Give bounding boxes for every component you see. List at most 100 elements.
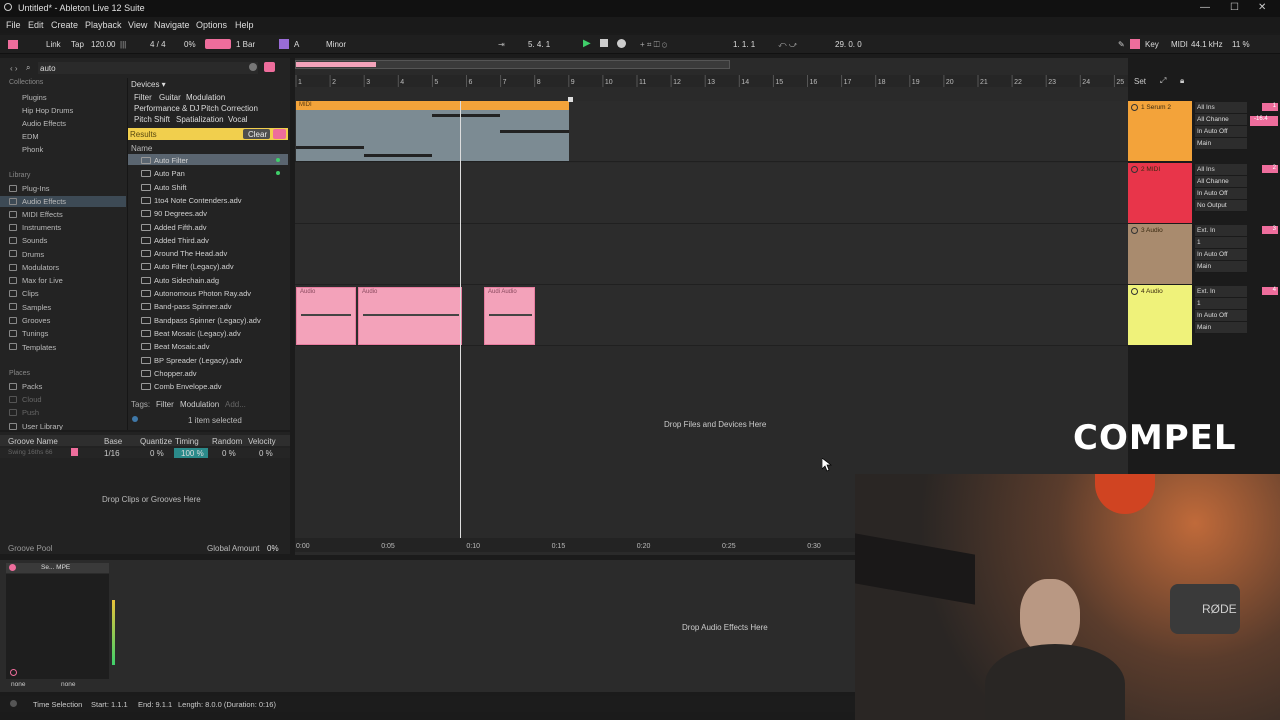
io-select[interactable]: Ext. In <box>1195 225 1247 237</box>
menu-playback[interactable]: Playback <box>85 20 122 30</box>
menu-create[interactable]: Create <box>51 20 78 30</box>
result-item[interactable]: Chopper.adv <box>154 369 197 378</box>
result-item[interactable]: 1to4 Note Contenders.adv <box>154 196 242 205</box>
library-drums[interactable]: Drums <box>22 250 44 259</box>
result-item[interactable]: Auto Filter <box>154 156 188 165</box>
groove-timing[interactable]: 100 % <box>181 449 204 458</box>
groove-random[interactable]: 0 % <box>222 449 236 458</box>
menu-file[interactable]: File <box>6 20 21 30</box>
library-samples[interactable]: Samples <box>22 303 51 312</box>
result-item[interactable]: Auto Pan <box>154 169 185 178</box>
track-volume-readout[interactable]: -16.4 <box>1250 116 1278 126</box>
track-number-button[interactable]: 3 <box>1262 226 1278 234</box>
track-activator-icon[interactable] <box>1131 166 1138 173</box>
clear-search-icon[interactable] <box>249 63 257 71</box>
arrangement-drop-zone[interactable]: Drop Files and Devices Here <box>664 420 766 429</box>
clear-filters-button[interactable]: Clear <box>248 130 267 139</box>
tag-modulation[interactable]: Modulation <box>180 400 219 409</box>
place-packs[interactable]: Packs <box>22 382 42 391</box>
groove-quantize[interactable]: 0 % <box>150 449 164 458</box>
io-select[interactable]: Main <box>1195 138 1247 150</box>
io-select[interactable]: In Auto Off <box>1195 126 1247 138</box>
library-max-for-live[interactable]: Max for Live <box>22 276 63 285</box>
search-input[interactable]: auto <box>40 64 56 73</box>
library-modulators[interactable]: Modulators <box>22 263 59 272</box>
metronome-button[interactable] <box>205 39 231 49</box>
scale-mode[interactable]: Minor <box>326 40 346 49</box>
minimize-button[interactable]: — <box>1200 2 1210 13</box>
tempo-nudge-icon[interactable]: ||| <box>120 40 126 49</box>
scale-root[interactable]: A <box>294 40 299 49</box>
result-item[interactable]: Added Fifth.adv <box>154 223 207 232</box>
loop-start[interactable]: 1. 1. 1 <box>733 40 755 49</box>
track-header[interactable]: 1 Serum 2 <box>1128 101 1192 161</box>
track-number-button[interactable]: 4 <box>1262 287 1278 295</box>
tap-button[interactable]: Tap <box>71 40 84 49</box>
track-header[interactable]: 3 Audio <box>1128 224 1192 284</box>
set-button[interactable]: Set <box>1134 77 1146 86</box>
stop-button[interactable] <box>600 39 608 47</box>
track-name[interactable]: 1 Serum 2 <box>1141 104 1171 111</box>
global-amount[interactable]: 0% <box>267 544 279 553</box>
collection-hip-hop-drums[interactable]: Hip Hop Drums <box>22 106 73 115</box>
draw-mode-icon[interactable]: ✎ <box>1118 40 1125 49</box>
result-item[interactable]: Comb Envelope.adv <box>154 382 222 391</box>
result-item[interactable]: Auto Sidechain.adg <box>154 276 219 285</box>
track-activator-icon[interactable] <box>1131 227 1138 234</box>
track-activator-icon[interactable] <box>1131 288 1138 295</box>
result-item[interactable]: Beat Mosaic.adv <box>154 342 209 351</box>
track-activator-icon[interactable] <box>1131 104 1138 111</box>
audio-clip[interactable]: Audio <box>358 287 462 345</box>
midi-button[interactable]: MIDI <box>1171 40 1188 49</box>
result-item[interactable]: BP Spreader (Legacy).adv <box>154 356 242 365</box>
device-power-icon[interactable] <box>9 564 16 571</box>
result-item[interactable]: Autonomous Photon Ray.adv <box>154 289 251 298</box>
collection-edm[interactable]: EDM <box>22 132 39 141</box>
library-midi-effects[interactable]: MIDI Effects <box>22 210 63 219</box>
place-push[interactable]: Push <box>22 408 39 417</box>
chain-left-select[interactable]: none <box>11 681 25 688</box>
track-lane-3[interactable] <box>295 224 1128 285</box>
io-select[interactable]: No Output <box>1195 200 1247 212</box>
io-select[interactable]: 1 <box>1195 237 1247 249</box>
collection-plugins[interactable]: Plugins <box>22 93 47 102</box>
browser-mode-icon[interactable] <box>264 62 275 72</box>
link-button[interactable]: Link <box>46 40 61 49</box>
groove-hot-swap-icon[interactable] <box>71 448 78 456</box>
midi-clip[interactable]: MIDI <box>296 101 569 161</box>
library-plug-ins[interactable]: Plug-Ins <box>22 184 50 193</box>
back-icon[interactable]: ‹ › <box>10 64 18 73</box>
place-cloud[interactable]: Cloud <box>22 395 42 404</box>
track-name[interactable]: 3 Audio <box>1141 227 1163 234</box>
name-column-header[interactable]: Name <box>131 144 152 153</box>
io-select[interactable]: Main <box>1195 322 1247 334</box>
track-number-button[interactable]: 2 <box>1262 165 1278 173</box>
key-map-icon[interactable] <box>1130 39 1140 49</box>
song-position[interactable]: 5. 4. 1 <box>528 40 550 49</box>
expand-icon[interactable]: ⤢ <box>1160 76 1166 86</box>
loop-icon[interactable]: ⤺ ⤻ <box>778 40 797 50</box>
track-header[interactable]: 2 MIDI <box>1128 163 1192 223</box>
loop-end-marker[interactable] <box>568 97 573 102</box>
filter-tag-performance-dj[interactable]: Performance & DJ <box>134 104 199 113</box>
track-name[interactable]: 2 MIDI <box>1141 166 1160 173</box>
chain-right-select[interactable]: none <box>61 681 75 688</box>
tag-filter[interactable]: Filter <box>156 400 174 409</box>
record-button[interactable] <box>617 39 626 48</box>
collection-audio-effects[interactable]: Audio Effects <box>22 119 66 128</box>
result-item[interactable]: Bandpass Spinner (Legacy).adv <box>154 316 261 325</box>
results-options-icon[interactable] <box>273 129 286 139</box>
io-select[interactable]: 1 <box>1195 298 1247 310</box>
library-sounds[interactable]: Sounds <box>22 236 47 245</box>
result-item[interactable]: Auto Filter (Legacy).adv <box>154 262 234 271</box>
groove-row-name[interactable]: Swing 16ths 66 <box>8 449 52 456</box>
groove-velocity[interactable]: 0 % <box>259 449 273 458</box>
io-select[interactable]: In Auto Off <box>1195 249 1247 261</box>
menu-view[interactable]: View <box>128 20 147 30</box>
groove-drop-zone[interactable]: Drop Clips or Grooves Here <box>102 495 201 504</box>
loop-length[interactable]: 29. 0. 0 <box>835 40 862 49</box>
track-lane-2[interactable] <box>295 163 1128 224</box>
key-button[interactable]: Key <box>1145 40 1159 49</box>
filter-tag-spatialization[interactable]: Spatialization <box>176 115 224 124</box>
time-ruler[interactable]: 0:00 0:05 0:10 0:15 0:20 0:25 0:30 <box>295 538 855 552</box>
